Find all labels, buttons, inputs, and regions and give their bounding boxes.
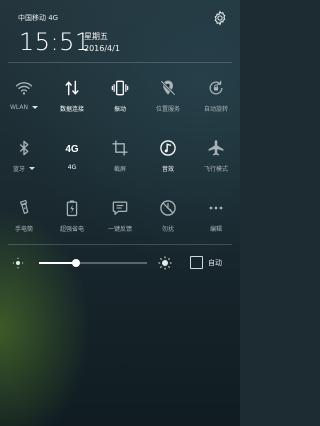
toggle-label-text: 一键反馈 (107, 226, 132, 233)
toggle-label-text: 截屏 (113, 166, 126, 173)
carrier-label: 中国移动 4G (18, 14, 59, 22)
toggle-label: 勿扰 (162, 224, 174, 233)
toggle-auto-rotate[interactable]: 自动旋转 (192, 76, 240, 113)
dropdown-caret-icon[interactable] (29, 167, 35, 170)
dropdown-caret-icon[interactable] (32, 106, 38, 109)
toggle-label: 位置服务 (156, 104, 180, 113)
toggle-label-text: 超强省电 (59, 226, 84, 233)
toggle-label: 超强省电 (60, 224, 84, 233)
toggle-label-text: WLAN (9, 104, 28, 111)
svg-text:4G: 4G (65, 144, 79, 155)
toggle-row-3: 手电筒 超强省电 一键反馈 勿扰 编辑 (0, 196, 240, 233)
toggle-label-text: 编辑 (209, 226, 222, 233)
clock-weekday: 星期五 (84, 32, 108, 41)
toggles-divider (8, 244, 232, 245)
toggle-flashlight[interactable]: 手电筒 (0, 196, 48, 233)
airplane-icon (204, 136, 228, 160)
battery-icon (60, 196, 84, 220)
brightness-low-icon (12, 257, 24, 269)
toggle-label: 截屏 (114, 164, 126, 173)
toggle-location[interactable]: 位置服务 (144, 76, 192, 113)
location-off-icon (156, 76, 180, 100)
auto-brightness-checkbox[interactable] (190, 256, 203, 269)
toggle-label-text: 手电筒 (14, 226, 33, 233)
toggle-screenshot[interactable]: 截屏 (96, 136, 144, 173)
toggle-label: 蓝牙 (13, 164, 35, 173)
clock-date: 2016/4/1 (84, 44, 120, 53)
brightness-fill (39, 262, 76, 264)
brightness-high-icon (158, 256, 172, 270)
music-icon (156, 136, 180, 160)
toggle-label: 一键反馈 (108, 224, 132, 233)
more-dots-icon (204, 196, 228, 220)
toggle-row-1: WLAN 数据连接 振动 位置服务 自动旋转 (0, 76, 240, 113)
toggle-row-2: 蓝牙 4G 4G 截屏 音效 飞行模式 (0, 136, 240, 173)
crop-icon (108, 136, 132, 160)
header-divider (8, 62, 232, 63)
vibrate-icon (108, 76, 132, 100)
rotate-lock-icon (204, 76, 228, 100)
toggle-label: 手电筒 (15, 224, 33, 233)
toggle-label: WLAN (10, 104, 38, 111)
toggle-label: 振动 (114, 104, 126, 113)
toggle-wlan[interactable]: WLAN (0, 76, 48, 113)
toggle-label: 自动旋转 (204, 104, 228, 113)
toggle-label: 编辑 (210, 224, 222, 233)
toggle-label-text: 蓝牙 (12, 166, 25, 173)
toggle-label: 数据连接 (60, 104, 84, 113)
settings-gear-icon[interactable] (212, 10, 228, 26)
toggle-label: 4G (68, 164, 76, 171)
clock-date-block: 星期五 2016/4/1 (84, 31, 120, 55)
toggle-label-text: 飞行模式 (203, 166, 228, 173)
toggle-label-text: 数据连接 (59, 106, 84, 113)
toggle-label-text: 振动 (113, 106, 126, 113)
toggle-airplane[interactable]: 飞行模式 (192, 136, 240, 173)
toggle-label: 音效 (162, 164, 174, 173)
toggle-vibrate[interactable]: 振动 (96, 76, 144, 113)
toggle-edit[interactable]: 编辑 (192, 196, 240, 233)
toggle-feedback[interactable]: 一键反馈 (96, 196, 144, 233)
toggle-dnd[interactable]: 勿扰 (144, 196, 192, 233)
wifi-icon (12, 76, 36, 100)
toggle-bluetooth[interactable]: 蓝牙 (0, 136, 48, 173)
toggle-label-text: 音效 (161, 166, 174, 173)
toggle-power-saver[interactable]: 超强省电 (48, 196, 96, 233)
brightness-slider-thumb[interactable] (71, 259, 80, 267)
flashlight-icon (12, 196, 36, 220)
feedback-icon (108, 196, 132, 220)
toggle-music[interactable]: 音效 (144, 136, 192, 173)
dnd-icon (156, 196, 180, 220)
toggle-4g[interactable]: 4G 4G (48, 136, 96, 173)
clock-time: 15:51 (19, 28, 91, 56)
toggle-label: 飞行模式 (204, 164, 228, 173)
toggle-mobile-data[interactable]: 数据连接 (48, 76, 96, 113)
toggle-label-text: 勿扰 (161, 226, 174, 233)
auto-brightness-label: 自动 (208, 259, 222, 267)
toggle-label-text: 位置服务 (155, 106, 180, 113)
bluetooth-icon (12, 136, 36, 160)
brightness-bar: 自动 (0, 252, 240, 274)
toggle-label-text: 自动旋转 (203, 106, 228, 113)
toggle-label-text: 4G (67, 164, 77, 171)
data-arrows-icon (60, 76, 84, 100)
4g-icon: 4G (60, 136, 84, 160)
